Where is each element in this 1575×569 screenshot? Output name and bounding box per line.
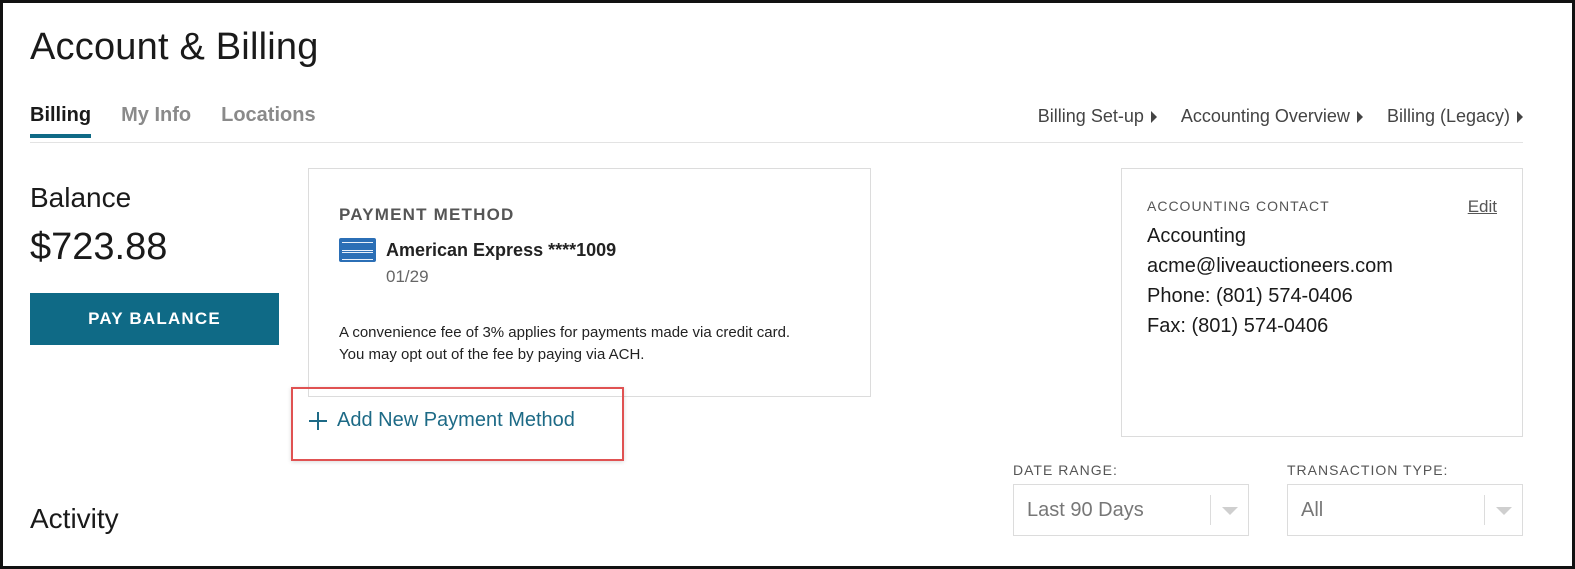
fee-note-line: A convenience fee of 3% applies for paym… xyxy=(339,324,791,341)
convenience-fee-note: A convenience fee of 3% applies for paym… xyxy=(339,322,859,366)
billing-legacy-label: Billing (Legacy) xyxy=(1386,106,1510,126)
payment-method-card: PAYMENT METHOD American Express ****1009… xyxy=(308,168,871,397)
add-payment-method-label: Add New Payment Method xyxy=(337,409,575,431)
date-range-label: DATE RANGE: xyxy=(1013,462,1118,478)
card-expiry: 01/29 xyxy=(386,267,429,286)
accounting-overview-label: Accounting Overview xyxy=(1180,106,1350,126)
tab-my-info[interactable]: My Info xyxy=(121,104,191,138)
transaction-type-value: All xyxy=(1301,499,1324,521)
contact-phone: Phone: (801) 574-0406 xyxy=(1147,285,1353,307)
pay-balance-button[interactable]: PAY BALANCE xyxy=(30,293,279,345)
chevron-down-icon xyxy=(1222,507,1238,515)
transaction-type-label: TRANSACTION TYPE: xyxy=(1287,462,1449,478)
contact-email: acme@liveauctioneers.com xyxy=(1147,255,1393,277)
billing-setup-link[interactable]: Billing Set-up xyxy=(1038,106,1157,127)
caret-right-icon xyxy=(1517,110,1523,123)
date-range-select[interactable]: Last 90 Days xyxy=(1013,484,1249,536)
contact-fax: Fax: (801) 574-0406 xyxy=(1147,315,1329,337)
balance-label: Balance xyxy=(30,182,132,213)
accounting-contact-heading: ACCOUNTING CONTACT xyxy=(1147,198,1330,214)
tab-billing[interactable]: Billing xyxy=(30,104,92,138)
tab-locations[interactable]: Locations xyxy=(221,104,315,138)
card-name: American Express ****1009 xyxy=(386,240,617,260)
accounting-contact-card: ACCOUNTING CONTACT Edit Accounting acme@… xyxy=(1121,168,1523,437)
top-links: Billing Set-up Accounting Overview Billi… xyxy=(1014,106,1523,127)
activity-heading: Activity xyxy=(30,503,119,534)
transaction-type-select[interactable]: All xyxy=(1287,484,1523,536)
edit-contact-link[interactable]: Edit xyxy=(1468,197,1497,217)
caret-right-icon xyxy=(1356,110,1363,123)
page-title: Account & Billing xyxy=(30,26,319,68)
plus-icon xyxy=(309,411,327,430)
payment-method-heading: PAYMENT METHOD xyxy=(339,205,515,224)
tab-bar: Billing My Info Locations xyxy=(30,104,346,138)
chevron-down-icon xyxy=(1496,507,1512,515)
billing-legacy-link[interactable]: Billing (Legacy) xyxy=(1387,106,1523,127)
balance-amount: $723.88 xyxy=(30,226,168,268)
select-separator xyxy=(1484,495,1485,525)
tabs-divider xyxy=(30,142,1523,143)
contact-name: Accounting xyxy=(1147,225,1246,247)
caret-right-icon xyxy=(1150,110,1157,123)
fee-note-line: You may opt out of the fee by paying via… xyxy=(339,346,645,363)
date-range-value: Last 90 Days xyxy=(1027,499,1144,521)
select-separator xyxy=(1210,495,1211,525)
billing-setup-label: Billing Set-up xyxy=(1037,106,1144,126)
amex-card-icon xyxy=(339,238,376,262)
accounting-overview-link[interactable]: Accounting Overview xyxy=(1181,106,1363,127)
add-payment-method-link[interactable]: Add New Payment Method xyxy=(309,409,575,432)
